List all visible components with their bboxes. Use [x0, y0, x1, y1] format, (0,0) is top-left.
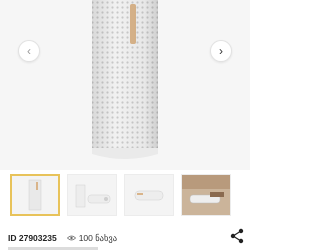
next-image-button[interactable]: ›: [210, 40, 232, 62]
chevron-right-icon: ›: [219, 44, 223, 58]
listing-id: ID 27903235: [8, 233, 57, 243]
thumb-side-image: [134, 190, 164, 201]
thumbnail-strip: [10, 174, 242, 216]
share-icon[interactable]: [230, 228, 244, 244]
image-viewer: ‹ ›: [0, 0, 250, 170]
thumb-lying-pair[interactable]: [67, 174, 117, 216]
listing-meta: ID 27903235 100 ნახვა: [8, 228, 248, 248]
thumb-in-use-image: [182, 175, 230, 215]
eye-icon: [66, 235, 76, 241]
previous-image-button[interactable]: ‹: [18, 40, 40, 62]
view-count-label: 100 ნახვა: [78, 232, 118, 243]
thumb-side-view[interactable]: [124, 174, 174, 216]
thumb-lying-image: [75, 184, 111, 208]
thumb-in-use[interactable]: [181, 174, 231, 216]
chevron-left-icon: ‹: [27, 44, 31, 58]
product-main-image: [92, 0, 158, 159]
thumb-front-view[interactable]: [10, 174, 60, 216]
thumb-front-image: [28, 179, 42, 211]
view-count: 100 ნახვა: [66, 232, 118, 244]
